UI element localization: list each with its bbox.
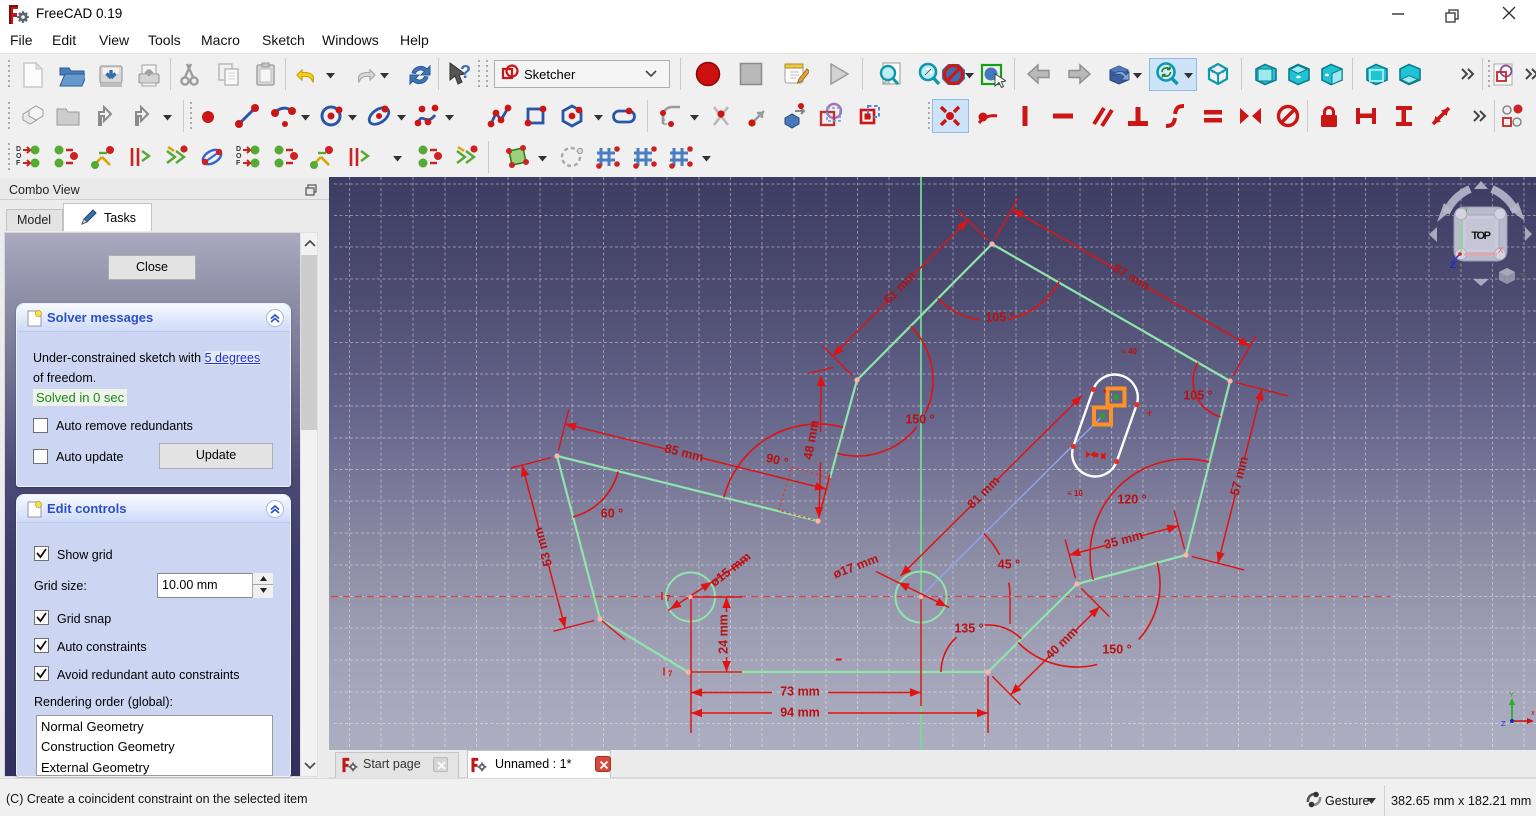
svg-text:Y: Y — [1464, 207, 1469, 214]
svg-text:150 °: 150 ° — [1102, 642, 1131, 656]
svg-text:60 °: 60 ° — [601, 506, 623, 520]
svg-text:87 mm: 87 mm — [1111, 261, 1152, 293]
svg-text:135 °: 135 ° — [954, 621, 983, 635]
svg-text:x: x — [1531, 708, 1535, 717]
svg-text:45 °: 45 ° — [998, 557, 1020, 571]
svg-text:85 mm: 85 mm — [663, 441, 705, 464]
svg-text:O: O — [236, 153, 242, 160]
svg-text:7: 7 — [666, 594, 671, 603]
svg-text:73 mm: 73 mm — [780, 684, 820, 698]
svg-text:≡ 10: ≡ 10 — [1067, 489, 1083, 498]
svg-text:94 mm: 94 mm — [780, 705, 820, 719]
svg-text:TOP: TOP — [1472, 230, 1491, 242]
svg-text:105 °: 105 ° — [985, 310, 1014, 324]
svg-text:24 mm: 24 mm — [716, 614, 730, 654]
svg-text:*: * — [1103, 388, 1107, 398]
svg-text:F: F — [16, 160, 21, 167]
svg-text:81 mm: 81 mm — [965, 474, 1003, 512]
svg-text:35 mm: 35 mm — [1103, 528, 1145, 552]
svg-text:Y: Y — [1509, 690, 1514, 699]
svg-text:Z: Z — [1450, 260, 1456, 270]
svg-text:D: D — [16, 146, 21, 153]
svg-text:X: X — [1498, 246, 1504, 255]
svg-text:F: F — [236, 160, 241, 167]
svg-text:O: O — [16, 153, 22, 160]
svg-text:90 °: 90 ° — [765, 451, 790, 470]
svg-text:150 °: 150 ° — [905, 412, 934, 426]
svg-text:≡ 40: ≡ 40 — [1121, 347, 1137, 356]
svg-text:120 °: 120 ° — [1117, 492, 1146, 506]
svg-text:61 mm: 61 mm — [881, 269, 919, 307]
svg-text:Z: Z — [1501, 719, 1506, 728]
svg-text:ø17 mm: ø17 mm — [831, 551, 880, 581]
svg-text:D: D — [236, 146, 241, 153]
svg-text:?: ? — [460, 62, 471, 82]
svg-text:7: 7 — [668, 670, 673, 679]
svg-text:53 mm: 53 mm — [531, 526, 555, 568]
svg-text:x: x — [1145, 407, 1155, 418]
svg-text:57 mm: 57 mm — [1228, 455, 1251, 497]
svg-text:105 °: 105 ° — [1183, 388, 1212, 402]
